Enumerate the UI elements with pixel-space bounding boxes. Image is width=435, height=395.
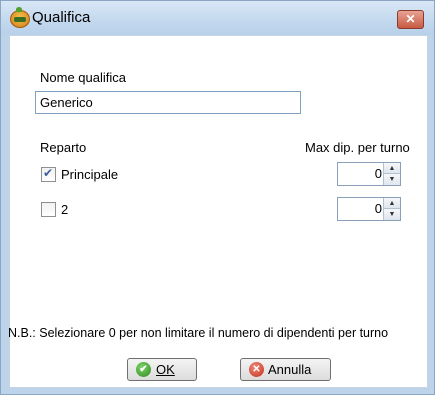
cancel-button-label: Annulla [268,362,312,377]
department-checkbox-principale[interactable] [41,166,56,182]
ok-button-label: OK [156,362,175,377]
check-icon: ✔ [136,362,151,377]
max-stepper-2[interactable]: 0 ▲ ▼ [337,197,401,221]
stepper-up-icon[interactable]: ▲ [384,163,400,174]
max-stepper-principale[interactable]: 0 ▲ ▼ [337,162,401,186]
department-label-principale: Principale [61,167,119,182]
department-header: Reparto [40,140,87,155]
max-value-principale: 0 [374,166,382,181]
app-logo-icon [10,7,30,28]
close-button[interactable]: ✕ [397,10,424,29]
name-input[interactable]: Generico [35,91,301,114]
name-label: Nome qualifica [40,70,126,85]
department-checkbox-2[interactable] [41,202,56,217]
ok-button[interactable]: ✔ OK [127,358,197,381]
name-input-value: Generico [40,95,93,110]
stepper-up-icon[interactable]: ▲ [384,198,400,209]
max-value-2: 0 [374,201,382,216]
stepper-down-icon[interactable]: ▼ [384,209,400,220]
department-label-2: 2 [61,202,69,217]
note-text: N.B.: Selezionare 0 per non limitare il … [8,326,389,340]
stepper-down-icon[interactable]: ▼ [384,174,400,185]
window-title: Qualifica [32,9,91,26]
close-icon: ✕ [249,362,264,377]
title-bar[interactable]: Qualifica ✕ [1,1,434,35]
stepper-arrows: ▲ ▼ [383,163,400,185]
cancel-button[interactable]: ✕ Annulla [240,358,331,381]
dialog-body: Nome qualifica Generico Reparto Max dip.… [8,35,428,388]
dialog-window: Qualifica ✕ Nome qualifica Generico Repa… [0,0,435,395]
max-header: Max dip. per turno [305,140,410,155]
stepper-arrows: ▲ ▼ [383,198,400,220]
